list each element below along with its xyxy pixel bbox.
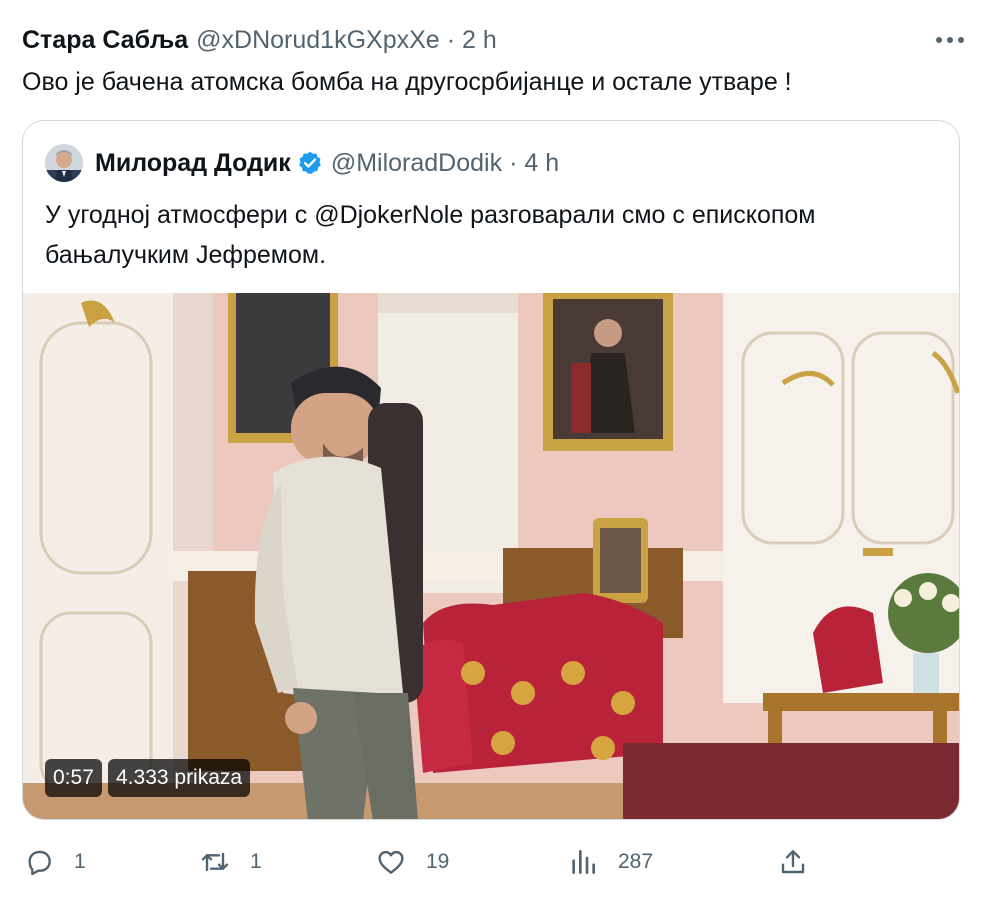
quoted-tweet-header: Милорад Додик @MiloradDodik · 4 h — [45, 143, 559, 183]
quoted-author-name[interactable]: Милорад Додик — [95, 149, 291, 178]
analytics-icon — [566, 845, 600, 879]
avatar[interactable] — [45, 144, 83, 182]
share-icon — [776, 845, 810, 879]
separator-dot: · — [509, 148, 518, 177]
tweet-header: Стара Сабља @xDNorud1kGXpxXe · 2 h — [22, 22, 497, 58]
action-bar: 1 1 19 287 — [0, 838, 1000, 886]
timestamp[interactable]: 2 h — [462, 26, 497, 55]
like-count: 19 — [426, 850, 450, 873]
mention-link[interactable]: @DjokerNole — [314, 201, 463, 229]
separator-dot: · — [446, 25, 456, 54]
tweet-card[interactable]: Стара Сабља @xDNorud1kGXpxXe · 2 h Ово ј… — [0, 0, 1000, 910]
reply-button[interactable]: 1 — [22, 838, 86, 886]
video-duration-badge: 0:57 — [45, 759, 102, 797]
like-button[interactable]: 19 — [374, 838, 449, 886]
author-handle[interactable]: @xDNorud1kGXpxXe — [196, 26, 440, 55]
verified-badge-icon — [297, 150, 323, 176]
views-count: 287 — [618, 850, 654, 873]
repost-count: 1 — [250, 850, 262, 873]
video-thumbnail — [23, 293, 959, 819]
video-views-badge: 4.333 prikaza — [108, 759, 251, 797]
views-button[interactable]: 287 — [566, 838, 653, 886]
author-name[interactable]: Стара Сабља — [22, 26, 188, 55]
repost-icon — [198, 845, 232, 879]
heart-icon — [374, 845, 408, 879]
quoted-author-handle[interactable]: @MiloradDodik — [331, 149, 502, 178]
tweet-text: Ово је бачена атомска бомба на другосрби… — [22, 68, 792, 96]
share-button[interactable] — [776, 838, 828, 886]
quoted-timestamp[interactable]: 4 h — [524, 149, 559, 178]
quoted-tweet-text: У угодној атмосфери с @DjokerNole разгов… — [45, 195, 925, 275]
repost-button[interactable]: 1 — [198, 838, 262, 886]
reply-count: 1 — [74, 850, 86, 873]
video-player[interactable]: 0:57 4.333 prikaza — [23, 293, 959, 819]
more-icon[interactable] — [930, 22, 970, 58]
quoted-tweet[interactable]: Милорад Додик @MiloradDodik · 4 h У угод… — [22, 120, 960, 820]
quoted-text-before: У угодној атмосфери с — [45, 201, 315, 229]
reply-icon — [22, 845, 56, 879]
